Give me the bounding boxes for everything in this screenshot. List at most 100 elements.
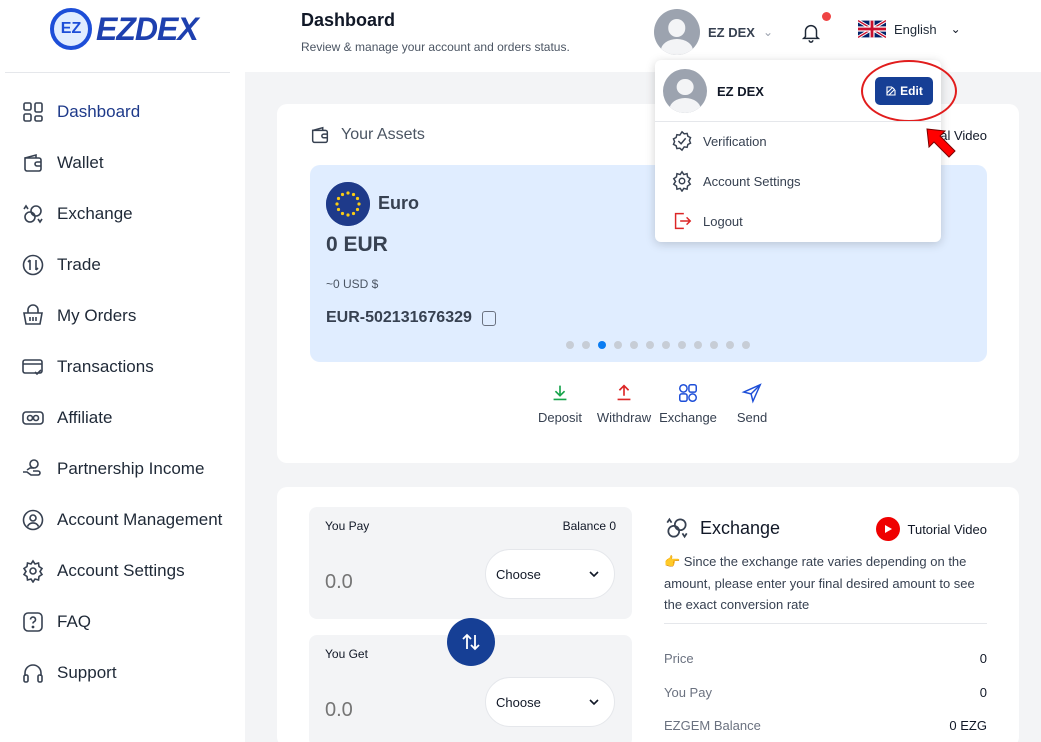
eu-flag-icon <box>326 182 370 226</box>
edit-label: Edit <box>900 84 923 98</box>
menu-item-verification[interactable]: Verification <box>671 130 767 152</box>
verified-badge-icon <box>672 130 692 152</box>
sidebar-item-account-management[interactable]: Account Management <box>20 494 240 545</box>
sidebar-item-label: FAQ <box>57 611 92 631</box>
sidebar-item-label: Account Management <box>57 509 223 529</box>
balance-usd: ~0 USD $ <box>326 277 379 291</box>
exchange-card: You Pay Balance 0 Choose You Get Choose … <box>277 487 1019 742</box>
user-circle-icon <box>20 507 45 532</box>
carousel-dot[interactable] <box>614 341 622 349</box>
sidebar-item-exchange[interactable]: Exchange <box>20 188 240 239</box>
tutorial-label: Tutorial Video <box>907 521 988 537</box>
download-icon <box>553 385 567 401</box>
sidebar-item-faq[interactable]: FAQ <box>20 596 240 647</box>
tutorial-video-link[interactable]: Tutorial Video <box>875 517 988 541</box>
chevron-down-icon <box>589 571 599 578</box>
page-title: Dashboard <box>301 10 396 30</box>
carousel-dot[interactable] <box>598 341 606 349</box>
card-transfer-icon <box>20 354 45 379</box>
logout-icon <box>674 212 692 230</box>
gear-icon <box>672 170 692 192</box>
menu-item-logout[interactable]: Logout <box>671 210 743 232</box>
carousel-dot[interactable] <box>582 341 590 349</box>
carousel-dot[interactable] <box>726 341 734 349</box>
sidebar-item-label: Partnership Income <box>57 458 205 478</box>
exchange-button[interactable]: Exchange <box>656 382 720 425</box>
exchange-coins-icon <box>666 517 688 539</box>
stat-row-price: Price 0 <box>664 651 987 666</box>
uk-flag-icon <box>858 20 886 38</box>
carousel-dot[interactable] <box>630 341 638 349</box>
chevron-down-icon: ⌄ <box>762 25 774 39</box>
sidebar-item-account-settings[interactable]: Account Settings <box>20 545 240 596</box>
exchange-title: Exchange <box>700 517 781 538</box>
exchange-header: Exchange <box>664 515 780 541</box>
swap-button[interactable] <box>447 618 495 666</box>
trade-icon <box>20 252 45 277</box>
swap-arrows-icon <box>462 633 480 651</box>
carousel-dot[interactable] <box>646 341 654 349</box>
carousel-dot[interactable] <box>566 341 574 349</box>
sidebar-item-affiliate[interactable]: Affiliate <box>20 392 240 443</box>
edit-icon <box>886 86 896 96</box>
edit-profile-button[interactable]: Edit <box>875 77 933 105</box>
sidebar-item-support[interactable]: Support <box>20 647 240 698</box>
bell-icon[interactable] <box>800 20 822 44</box>
get-amount-input[interactable] <box>325 699 475 722</box>
menu-item-label: Verification <box>703 133 767 149</box>
user-name: EZ DEX <box>708 24 755 40</box>
headphones-icon <box>20 660 45 685</box>
divider <box>664 623 987 624</box>
you-pay-label: You Pay <box>325 519 370 533</box>
sidebar-item-label: My Orders <box>57 305 137 325</box>
send-label: Send <box>736 410 768 425</box>
sidebar-item-label: Exchange <box>57 203 133 223</box>
sidebar-item-dashboard[interactable]: Dashboard <box>20 86 240 137</box>
menu-item-label: Logout <box>703 213 743 229</box>
stat-value: 0 <box>979 685 987 700</box>
gear-icon <box>20 558 45 583</box>
sidebar-item-label: Trade <box>57 254 101 274</box>
stat-value: 0 <box>979 651 987 666</box>
get-currency-select[interactable]: Choose <box>485 677 615 727</box>
pay-currency-select[interactable]: Choose <box>485 549 615 599</box>
deposit-button[interactable]: Deposit <box>528 382 592 425</box>
send-button[interactable]: Send <box>720 382 784 425</box>
sidebar-item-transactions[interactable]: Transactions <box>20 341 240 392</box>
choose-label: Choose <box>496 694 541 710</box>
carousel-dot[interactable] <box>742 341 750 349</box>
logo-text: EZDEX <box>96 10 199 47</box>
choose-label: Choose <box>496 566 541 582</box>
stat-label: Price <box>664 651 694 666</box>
withdraw-button[interactable]: Withdraw <box>592 382 656 425</box>
pay-amount-input[interactable] <box>325 571 475 594</box>
account-id: EUR-502131676329 <box>326 309 472 326</box>
carousel-dot[interactable] <box>694 341 702 349</box>
you-get-label: You Get <box>325 647 368 661</box>
sidebar-item-label: Wallet <box>57 152 104 172</box>
carousel-dot[interactable] <box>662 341 670 349</box>
carousel-dot[interactable] <box>710 341 718 349</box>
sidebar-item-label: Transactions <box>57 356 154 376</box>
stat-row-ezgem-balance: EZGEM Balance 0 EZG <box>664 718 987 733</box>
carousel-dots <box>566 341 750 349</box>
language-selector[interactable]: English ⌄ <box>858 20 961 38</box>
tutorial-video-link[interactable]: al Video <box>940 128 987 143</box>
assets-title: Your Assets <box>341 126 425 143</box>
menu-item-account-settings[interactable]: Account Settings <box>671 170 801 192</box>
wallet-icon <box>20 150 45 175</box>
copy-icon[interactable] <box>481 310 496 326</box>
question-icon <box>20 609 45 634</box>
sidebar-item-partnership-income[interactable]: Partnership Income <box>20 443 240 494</box>
avatar <box>663 69 707 113</box>
deposit-label: Deposit <box>537 410 583 425</box>
currency-name: Euro <box>378 193 420 213</box>
user-menu-toggle[interactable]: EZ DEX ⌄ <box>654 9 773 55</box>
ezdex-logo[interactable]: EZ EZDEX <box>50 8 199 50</box>
sidebar-item-label: Support <box>57 662 117 682</box>
sidebar-item-trade[interactable]: Trade <box>20 239 240 290</box>
sidebar-item-wallet[interactable]: Wallet <box>20 137 240 188</box>
exchange-label: Exchange <box>659 410 717 425</box>
carousel-dot[interactable] <box>678 341 686 349</box>
sidebar-item-my-orders[interactable]: My Orders <box>20 290 240 341</box>
